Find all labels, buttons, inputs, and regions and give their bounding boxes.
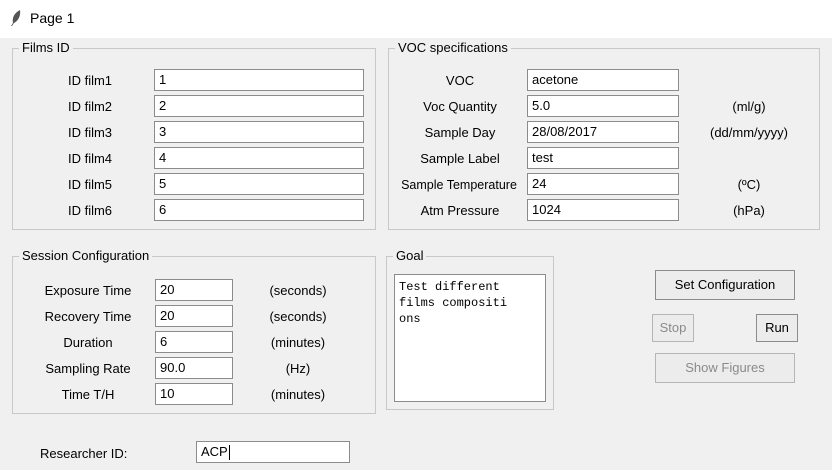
film4-label: ID film4 (67, 151, 113, 166)
sample-day-input[interactable]: 28/08/2017 (527, 121, 679, 143)
researcher-id-input[interactable]: ACP (196, 441, 350, 463)
voc-label: VOC (445, 73, 475, 88)
text-caret (228, 445, 230, 461)
set-configuration-button[interactable]: Set Configuration (655, 270, 795, 300)
feather-icon (11, 10, 21, 26)
film5-input[interactable]: 5 (154, 173, 364, 195)
recovery-time-unit: (seconds) (269, 309, 327, 324)
atm-pressure-unit: (hPa) (733, 203, 765, 218)
sample-day-unit: (dd/mm/yyyy) (710, 125, 788, 140)
film2-input[interactable]: 2 (154, 95, 364, 117)
atm-pressure-input[interactable]: 1024 (527, 199, 679, 221)
goal-legend: Goal (393, 248, 427, 264)
duration-label: Duration (63, 335, 113, 350)
voc-quantity-input[interactable]: 5.0 (527, 95, 679, 117)
stop-button[interactable]: Stop (652, 314, 694, 342)
show-figures-button[interactable]: Show Figures (655, 353, 795, 383)
voc-input[interactable]: acetone (527, 69, 679, 91)
sample-temperature-label: Sample Temperature (401, 178, 517, 192)
voc-quantity-label: Voc Quantity (423, 99, 497, 114)
recovery-time-input[interactable]: 20 (155, 305, 233, 327)
run-button[interactable]: Run (756, 314, 798, 342)
researcher-id-value: ACP (201, 444, 228, 459)
researcher-id-label: Researcher ID: (40, 446, 128, 461)
sample-label-label: Sample Label (420, 151, 500, 166)
time-th-unit: (minutes) (270, 387, 326, 402)
film2-label: ID film2 (67, 99, 113, 114)
sampling-rate-unit: (Hz) (285, 361, 311, 376)
film5-label: ID film5 (67, 177, 113, 192)
voc-specifications-legend: VOC specifications (395, 40, 511, 56)
window-title: Page 1 (30, 10, 75, 26)
film6-label: ID film6 (67, 203, 113, 218)
sample-label-input[interactable]: test (527, 147, 679, 169)
film3-label: ID film3 (67, 125, 113, 140)
film1-label: ID film1 (67, 73, 113, 88)
duration-unit: (minutes) (270, 335, 326, 350)
sample-day-label: Sample Day (424, 125, 496, 140)
sampling-rate-label: Sampling Rate (45, 361, 131, 376)
voc-quantity-unit: (ml/g) (732, 99, 766, 114)
sample-temperature-input[interactable]: 24 (527, 173, 679, 195)
film3-input[interactable]: 3 (154, 121, 364, 143)
film6-input[interactable]: 6 (154, 199, 364, 221)
film1-input[interactable]: 1 (154, 69, 364, 91)
atm-pressure-label: Atm Pressure (420, 203, 500, 218)
films-id-legend: Films ID (19, 40, 73, 56)
time-th-label: Time T/H (61, 387, 115, 402)
session-configuration-legend: Session Configuration (19, 248, 153, 264)
exposure-time-unit: (seconds) (269, 283, 327, 298)
sample-temperature-unit: (ºC) (737, 177, 761, 192)
duration-input[interactable]: 6 (155, 331, 233, 353)
film4-input[interactable]: 4 (154, 147, 364, 169)
title-bar: Page 1 (0, 0, 832, 38)
recovery-time-label: Recovery Time (44, 309, 132, 324)
exposure-time-input[interactable]: 20 (155, 279, 233, 301)
time-th-input[interactable]: 10 (155, 383, 233, 405)
sampling-rate-input[interactable]: 90.0 (155, 357, 233, 379)
goal-textarea[interactable]: Test different films compositi ons (394, 274, 546, 402)
exposure-time-label: Exposure Time (44, 283, 132, 298)
